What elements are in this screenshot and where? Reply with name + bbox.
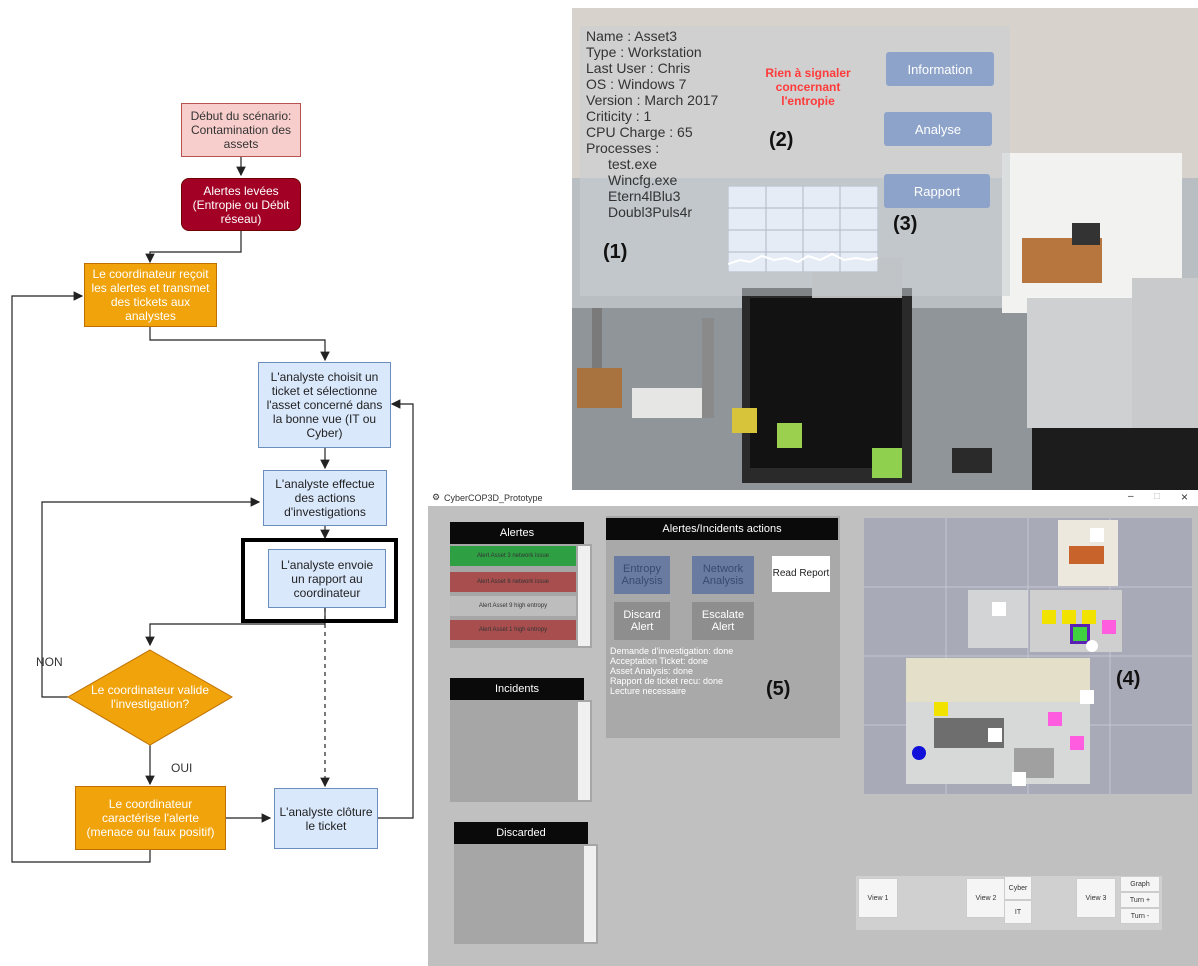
callout-2: (2) [769,129,794,151]
coordinator-characterizes-box: Le coordinateur caractérise l'alerte (me… [75,786,226,850]
analyst-reports-box: L'analyste envoie un rapport au coordina… [268,549,386,608]
minimize-button[interactable]: – [1128,491,1134,502]
view1-button[interactable]: View 1 [858,878,898,918]
vr-scene: Name : Asset3 Type : Workstation Last Us… [572,8,1198,490]
maximize-button[interactable]: □ [1154,491,1160,502]
view2-button[interactable]: View 2 [966,878,1006,918]
analyst-marker[interactable] [912,746,926,760]
alert-item[interactable]: Alert Asset 1 high entropy [450,620,576,640]
app-icon: ⚙ [432,492,441,502]
asset-marker[interactable] [1070,736,1084,750]
process-item: Etern4lBlu3 [608,188,681,204]
alerts-scrollbar[interactable] [578,546,590,646]
asset-info-panel: Name : Asset3 Type : Workstation Last Us… [580,26,1010,296]
window-title: CyberCOP3D_Prototype [444,493,543,503]
analyst-chooses-box: L'analyste choisit un ticket et sélectio… [258,362,391,448]
status-line: Demande d'investigation: done [610,646,734,656]
process-item: Wincfg.exe [608,172,678,188]
alerts-box: Alertes levées (Entropie ou Débit réseau… [181,178,301,231]
callout-3: (3) [893,213,918,235]
asset-cpu: CPU Charge : 65 [586,124,693,140]
graph-button[interactable]: Graph [1120,876,1160,892]
asset-marker[interactable] [1082,610,1096,624]
alerts-header: Alertes [450,522,584,544]
callout-1: (1) [603,241,628,263]
asset-marker[interactable] [1048,712,1062,726]
status-line: Lecture necessaire [610,686,687,696]
yes-label: OUI [171,761,193,775]
asset-info-lines: Name : Asset3 Type : Workstation Last Us… [586,28,718,220]
turn-minus-button[interactable]: Turn - [1120,908,1160,924]
floor-map[interactable]: (4) [864,518,1192,794]
asset-marker[interactable] [1012,772,1026,786]
analyse-button[interactable]: Analyse [884,112,992,146]
rapport-button[interactable]: Rapport [884,174,990,208]
asset-version: Version : March 2017 [586,92,719,108]
it-button[interactable]: IT [1004,900,1032,924]
asset-marker[interactable] [992,602,1006,616]
escalate-alert-button[interactable]: Escalate Alert [692,602,754,640]
status-line: Acceptation Ticket: done [610,656,709,666]
callout-5: (5) [766,678,791,700]
analyst-investigates-box: L'analyste effectue des actions d'invest… [263,470,387,526]
incidents-list [450,700,592,802]
asset-last-user: Last User : Chris [586,60,691,76]
asset-marker[interactable] [1042,610,1056,624]
asset-os: OS : Windows 7 [586,76,687,92]
asset-marker[interactable] [1090,528,1104,542]
decision-text: Le coordinateur valide l'investigation? [90,683,210,711]
alert-item[interactable]: Alert Asset 9 high entropy [450,596,576,616]
asset-marker[interactable] [934,702,948,716]
alerts-list: Alert Asset 3 network issue Alert Asset … [450,544,592,648]
asset-marker[interactable] [988,728,1002,742]
process-item: Doubl3Puls4r [608,204,693,220]
discarded-header: Discarded [454,822,588,844]
actions-panel: Alertes/Incidents actions Entropy Analys… [606,516,840,738]
view3-button[interactable]: View 3 [1076,878,1116,918]
asset-marker[interactable] [1080,690,1094,704]
asset-processes-label: Processes : [586,140,660,156]
title-bar: ⚙ CyberCOP3D_Prototype – □ × [428,490,1198,506]
asset-marker[interactable] [1102,620,1116,634]
actions-header: Alertes/Incidents actions [606,518,838,540]
start-box: Début du scénario: Contamination des ass… [181,103,301,157]
analyst-closes-box: L'analyste clôture le ticket [274,788,378,849]
alert-item[interactable]: Alert Asset 6 network issue [450,572,576,592]
asset-type: Type : Workstation [586,44,702,60]
close-button[interactable]: × [1181,490,1188,504]
asset-marker[interactable] [1062,610,1076,624]
read-report-button[interactable]: Read Report [772,556,830,592]
no-label: NON [36,655,63,669]
incidents-scrollbar[interactable] [578,702,590,800]
entropy-status: Rien à signaler concernant l'entropie [765,66,851,108]
discarded-list [454,844,598,944]
callout-4: (4) [1116,668,1141,690]
asset-criticity: Criticity : 1 [586,108,652,124]
turn-plus-button[interactable]: Turn + [1120,892,1160,908]
status-line: Asset Analysis: done [610,666,694,676]
asset-name: Name : Asset3 [586,28,678,44]
status-line: Rapport de ticket recu: done [610,676,724,686]
network-analysis-button[interactable]: Network Analysis [692,556,754,594]
process-item: test.exe [608,156,658,172]
user-marker[interactable] [1086,640,1098,652]
information-button[interactable]: Information [886,52,994,86]
cyber-button[interactable]: Cyber [1004,876,1032,900]
discarded-scrollbar[interactable] [584,846,596,942]
entropy-analysis-button[interactable]: Entropy Analysis [614,556,670,594]
status-log: Demande d'investigation: done Acceptatio… [610,646,733,696]
coordinator-receives-box: Le coordinateur reçoit les alertes et tr… [84,263,217,327]
discard-alert-button[interactable]: Discard Alert [614,602,670,640]
cpu-graph [728,186,878,272]
incidents-header: Incidents [450,678,584,700]
alert-item[interactable]: Alert Asset 3 network issue [450,546,576,566]
view-controls: View 1 View 2 Cyber IT View 3 Graph Turn… [856,876,1162,930]
app-window: ⚙ CyberCOP3D_Prototype – □ × Alertes Ale… [428,490,1198,966]
